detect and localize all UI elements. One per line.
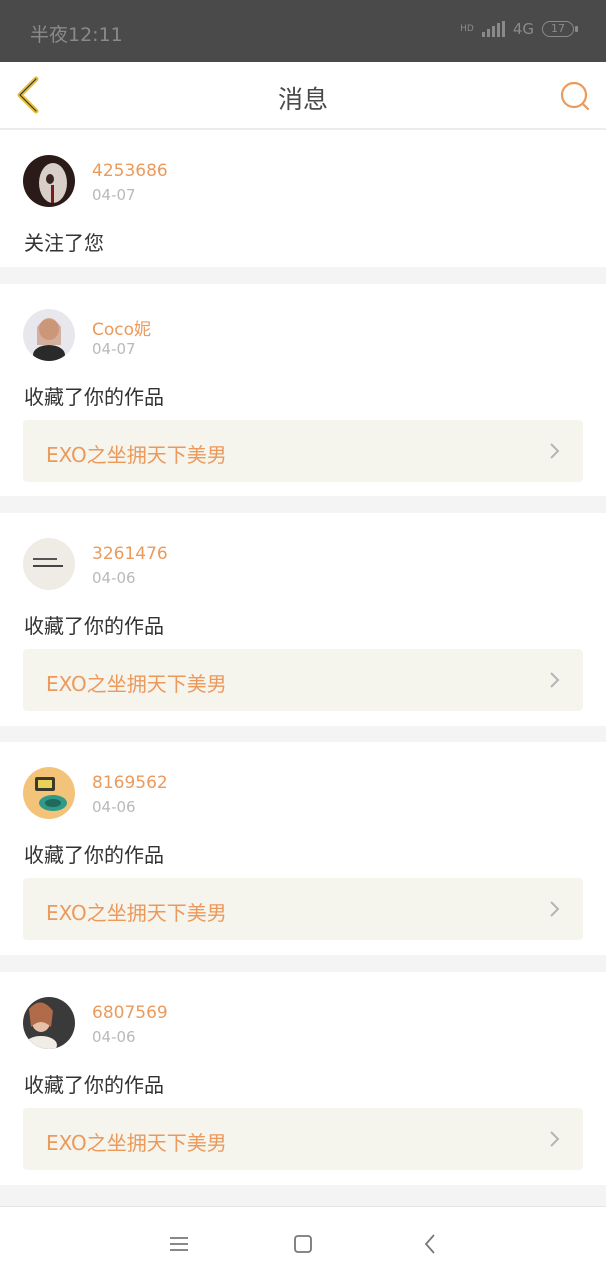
avatar[interactable]: [23, 538, 75, 590]
message-card: 8169562 04-06 收藏了你的作品 EXO之坐拥天下美男: [0, 742, 606, 955]
status-indicators: HD 4G 17: [460, 20, 578, 38]
avatar[interactable]: [23, 997, 75, 1049]
system-nav-bar: [0, 1206, 606, 1281]
message-card: Coco妮 04-07 收藏了你的作品 EXO之坐拥天下美男: [0, 284, 606, 496]
avatar[interactable]: [23, 155, 75, 207]
user-name[interactable]: Coco妮: [92, 315, 151, 340]
user-name[interactable]: 4253686: [92, 161, 168, 181]
message-date: 04-06: [92, 798, 136, 816]
back-triangle-icon[interactable]: [418, 1231, 444, 1257]
message-card: 6807569 04-06 收藏了你的作品 EXO之坐拥天下美男: [0, 972, 606, 1185]
message-date: 04-07: [92, 186, 136, 204]
work-link[interactable]: EXO之坐拥天下美男: [23, 649, 583, 711]
chevron-right-icon: [549, 442, 561, 460]
signal-icon: [481, 21, 505, 37]
user-name[interactable]: 8169562: [92, 773, 168, 793]
work-title: EXO之坐拥天下美男: [46, 672, 227, 696]
message-card: 4253686 04-07 关注了您: [0, 130, 606, 267]
message-action: 收藏了你的作品: [24, 385, 164, 409]
app-header: 消息: [0, 62, 606, 130]
message-action: 收藏了你的作品: [24, 1073, 164, 1097]
battery-icon: 17: [542, 21, 578, 37]
message-card: 3261476 04-06 收藏了你的作品 EXO之坐拥天下美男: [0, 513, 606, 726]
status-time: 半夜12:11: [30, 24, 123, 46]
message-action: 收藏了你的作品: [24, 614, 164, 638]
network-type: 4G: [512, 20, 534, 38]
message-action: 关注了您: [24, 231, 104, 255]
battery-level: 17: [542, 21, 574, 37]
work-link[interactable]: EXO之坐拥天下美男: [23, 420, 583, 482]
work-link[interactable]: EXO之坐拥天下美男: [23, 878, 583, 940]
hd-label: HD: [460, 24, 474, 34]
chevron-right-icon: [549, 671, 561, 689]
user-name[interactable]: 3261476: [92, 544, 168, 564]
work-title: EXO之坐拥天下美男: [46, 901, 227, 925]
chevron-right-icon: [549, 1130, 561, 1148]
status-bar: 半夜12:11 HD 4G 17: [0, 0, 606, 62]
work-title: EXO之坐拥天下美男: [46, 1131, 227, 1155]
message-date: 04-07: [92, 340, 136, 358]
menu-icon[interactable]: [166, 1231, 192, 1257]
avatar[interactable]: [23, 767, 75, 819]
work-title: EXO之坐拥天下美男: [46, 443, 227, 467]
chevron-right-icon: [549, 900, 561, 918]
avatar[interactable]: [23, 309, 75, 361]
user-name[interactable]: 6807569: [92, 1003, 168, 1023]
message-date: 04-06: [92, 1028, 136, 1046]
search-icon[interactable]: [558, 79, 592, 113]
page-title: 消息: [277, 85, 328, 114]
message-action: 收藏了你的作品: [24, 843, 164, 867]
message-date: 04-06: [92, 569, 136, 587]
home-square-icon[interactable]: [290, 1231, 316, 1257]
work-link[interactable]: EXO之坐拥天下美男: [23, 1108, 583, 1170]
